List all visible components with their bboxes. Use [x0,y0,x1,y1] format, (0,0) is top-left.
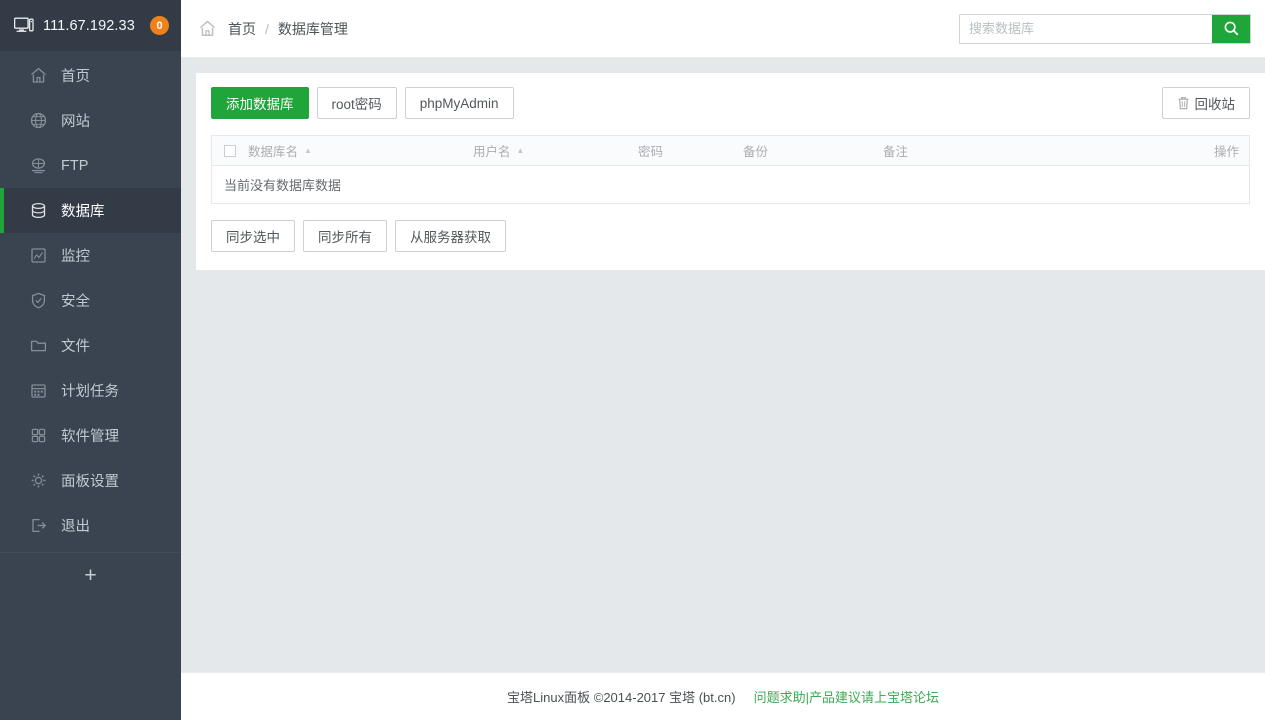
sidebar-nav: 首页 网站 [0,51,181,548]
select-all-checkbox[interactable] [224,145,236,157]
panel-toolbar: 添加数据库 root密码 phpMyAdmin [211,87,1250,119]
page-footer: 宝塔Linux面板 ©2014-2017 宝塔 (bt.cn) 问题求助|产品建… [181,672,1265,720]
table-header-row: 数据库名 ▲ 用户名 ▲ 密码 备份 [212,135,1249,166]
breadcrumb-separator: / [265,21,269,37]
sort-asc-icon[interactable]: ▲ [517,147,525,155]
notification-badge[interactable]: 0 [150,16,169,35]
gear-icon [29,471,48,490]
sidebar-item-label: 文件 [61,335,90,356]
sidebar-item-label: FTP [61,158,88,174]
grid-icon [29,426,48,445]
main-area: 首页 / 数据库管理 添加数 [181,0,1265,720]
breadcrumb-home-link[interactable]: 首页 [228,19,256,39]
add-server-button[interactable]: + [0,552,181,598]
recycle-bin-button[interactable]: 回收站 [1162,87,1251,119]
sidebar-item-logout[interactable]: 退出 [0,503,181,548]
column-label: 数据库名 [248,141,298,160]
monitor-chart-icon [29,246,48,265]
add-database-button[interactable]: 添加数据库 [211,87,309,119]
copyright-text: 宝塔Linux面板 ©2014-2017 宝塔 (bt.cn) [507,687,736,706]
sidebar-item-label: 安全 [61,290,90,311]
select-all-cell[interactable] [212,145,248,157]
ftp-icon [29,156,48,175]
globe-icon [29,111,48,130]
shield-icon [29,291,48,310]
table-action-bar: 同步选中 同步所有 从服务器获取 [211,220,1250,252]
monitor-icon [14,17,34,35]
logout-icon [29,516,48,535]
sidebar-item-label: 网站 [61,110,90,131]
sort-asc-icon[interactable]: ▲ [304,147,312,155]
sidebar-item-crontab[interactable]: 计划任务 [0,368,181,413]
column-header-username[interactable]: 用户名 ▲ [473,141,638,160]
sidebar-item-label: 监控 [61,245,90,266]
breadcrumb: 首页 / 数据库管理 [198,19,959,39]
breadcrumb-current: 数据库管理 [278,19,348,39]
column-label: 用户名 [473,141,511,160]
sidebar-item-label: 计划任务 [61,380,119,401]
sidebar-item-label: 数据库 [61,200,105,221]
plus-icon: + [84,565,96,586]
root-password-button[interactable]: root密码 [317,87,397,119]
sidebar-item-label: 软件管理 [61,425,119,446]
column-label: 备注 [883,141,908,160]
sidebar-item-panel-settings[interactable]: 面板设置 [0,458,181,503]
sidebar-item-label: 首页 [61,65,90,86]
sidebar-item-files[interactable]: 文件 [0,323,181,368]
phpmyadmin-button[interactable]: phpMyAdmin [405,87,514,119]
server-ip: 111.67.192.33 [43,18,146,34]
sidebar-item-home[interactable]: 首页 [0,53,181,98]
sidebar-item-database[interactable]: 数据库 [0,188,181,233]
column-label: 操作 [1214,141,1239,160]
app-window: 111.67.192.33 0 首页 [0,0,1265,720]
sidebar-header[interactable]: 111.67.192.33 0 [0,0,181,51]
search-button[interactable] [1212,15,1250,43]
folder-icon [29,336,48,355]
database-icon [29,201,48,220]
sidebar-item-security[interactable]: 安全 [0,278,181,323]
table-empty-message: 当前没有数据库数据 [212,166,1249,203]
sync-selected-button[interactable]: 同步选中 [211,220,295,252]
forum-link[interactable]: 问题求助|产品建议请上宝塔论坛 [754,687,939,706]
calendar-icon [29,381,48,400]
column-header-note: 备注 [883,141,1083,160]
sidebar-item-website[interactable]: 网站 [0,98,181,143]
spacer [181,270,1265,672]
column-header-backup: 备份 [743,141,883,160]
column-header-action: 操作 [1083,141,1249,160]
sidebar-item-ftp[interactable]: FTP [0,143,181,188]
column-header-dbname[interactable]: 数据库名 ▲ [248,141,473,160]
topbar: 首页 / 数据库管理 [181,0,1265,58]
fetch-from-server-button[interactable]: 从服务器获取 [395,220,506,252]
sidebar-item-monitor[interactable]: 监控 [0,233,181,278]
sidebar: 111.67.192.33 0 首页 [0,0,181,720]
search-icon [1223,20,1240,37]
column-label: 密码 [638,141,663,160]
database-table: 数据库名 ▲ 用户名 ▲ 密码 备份 [211,135,1250,204]
column-label: 备份 [743,141,768,160]
content-wrap: 添加数据库 root密码 phpMyAdmin [181,58,1265,270]
search-box[interactable] [959,14,1251,44]
sidebar-item-label: 退出 [61,515,90,536]
trash-icon [1177,96,1190,110]
home-icon [198,19,217,38]
sync-all-button[interactable]: 同步所有 [303,220,387,252]
sidebar-item-software[interactable]: 软件管理 [0,413,181,458]
sidebar-item-label: 面板设置 [61,470,119,491]
home-icon [29,66,48,85]
search-input[interactable] [960,15,1212,43]
column-header-password: 密码 [638,141,743,160]
recycle-bin-label: 回收站 [1195,93,1236,113]
database-panel: 添加数据库 root密码 phpMyAdmin [196,73,1265,270]
